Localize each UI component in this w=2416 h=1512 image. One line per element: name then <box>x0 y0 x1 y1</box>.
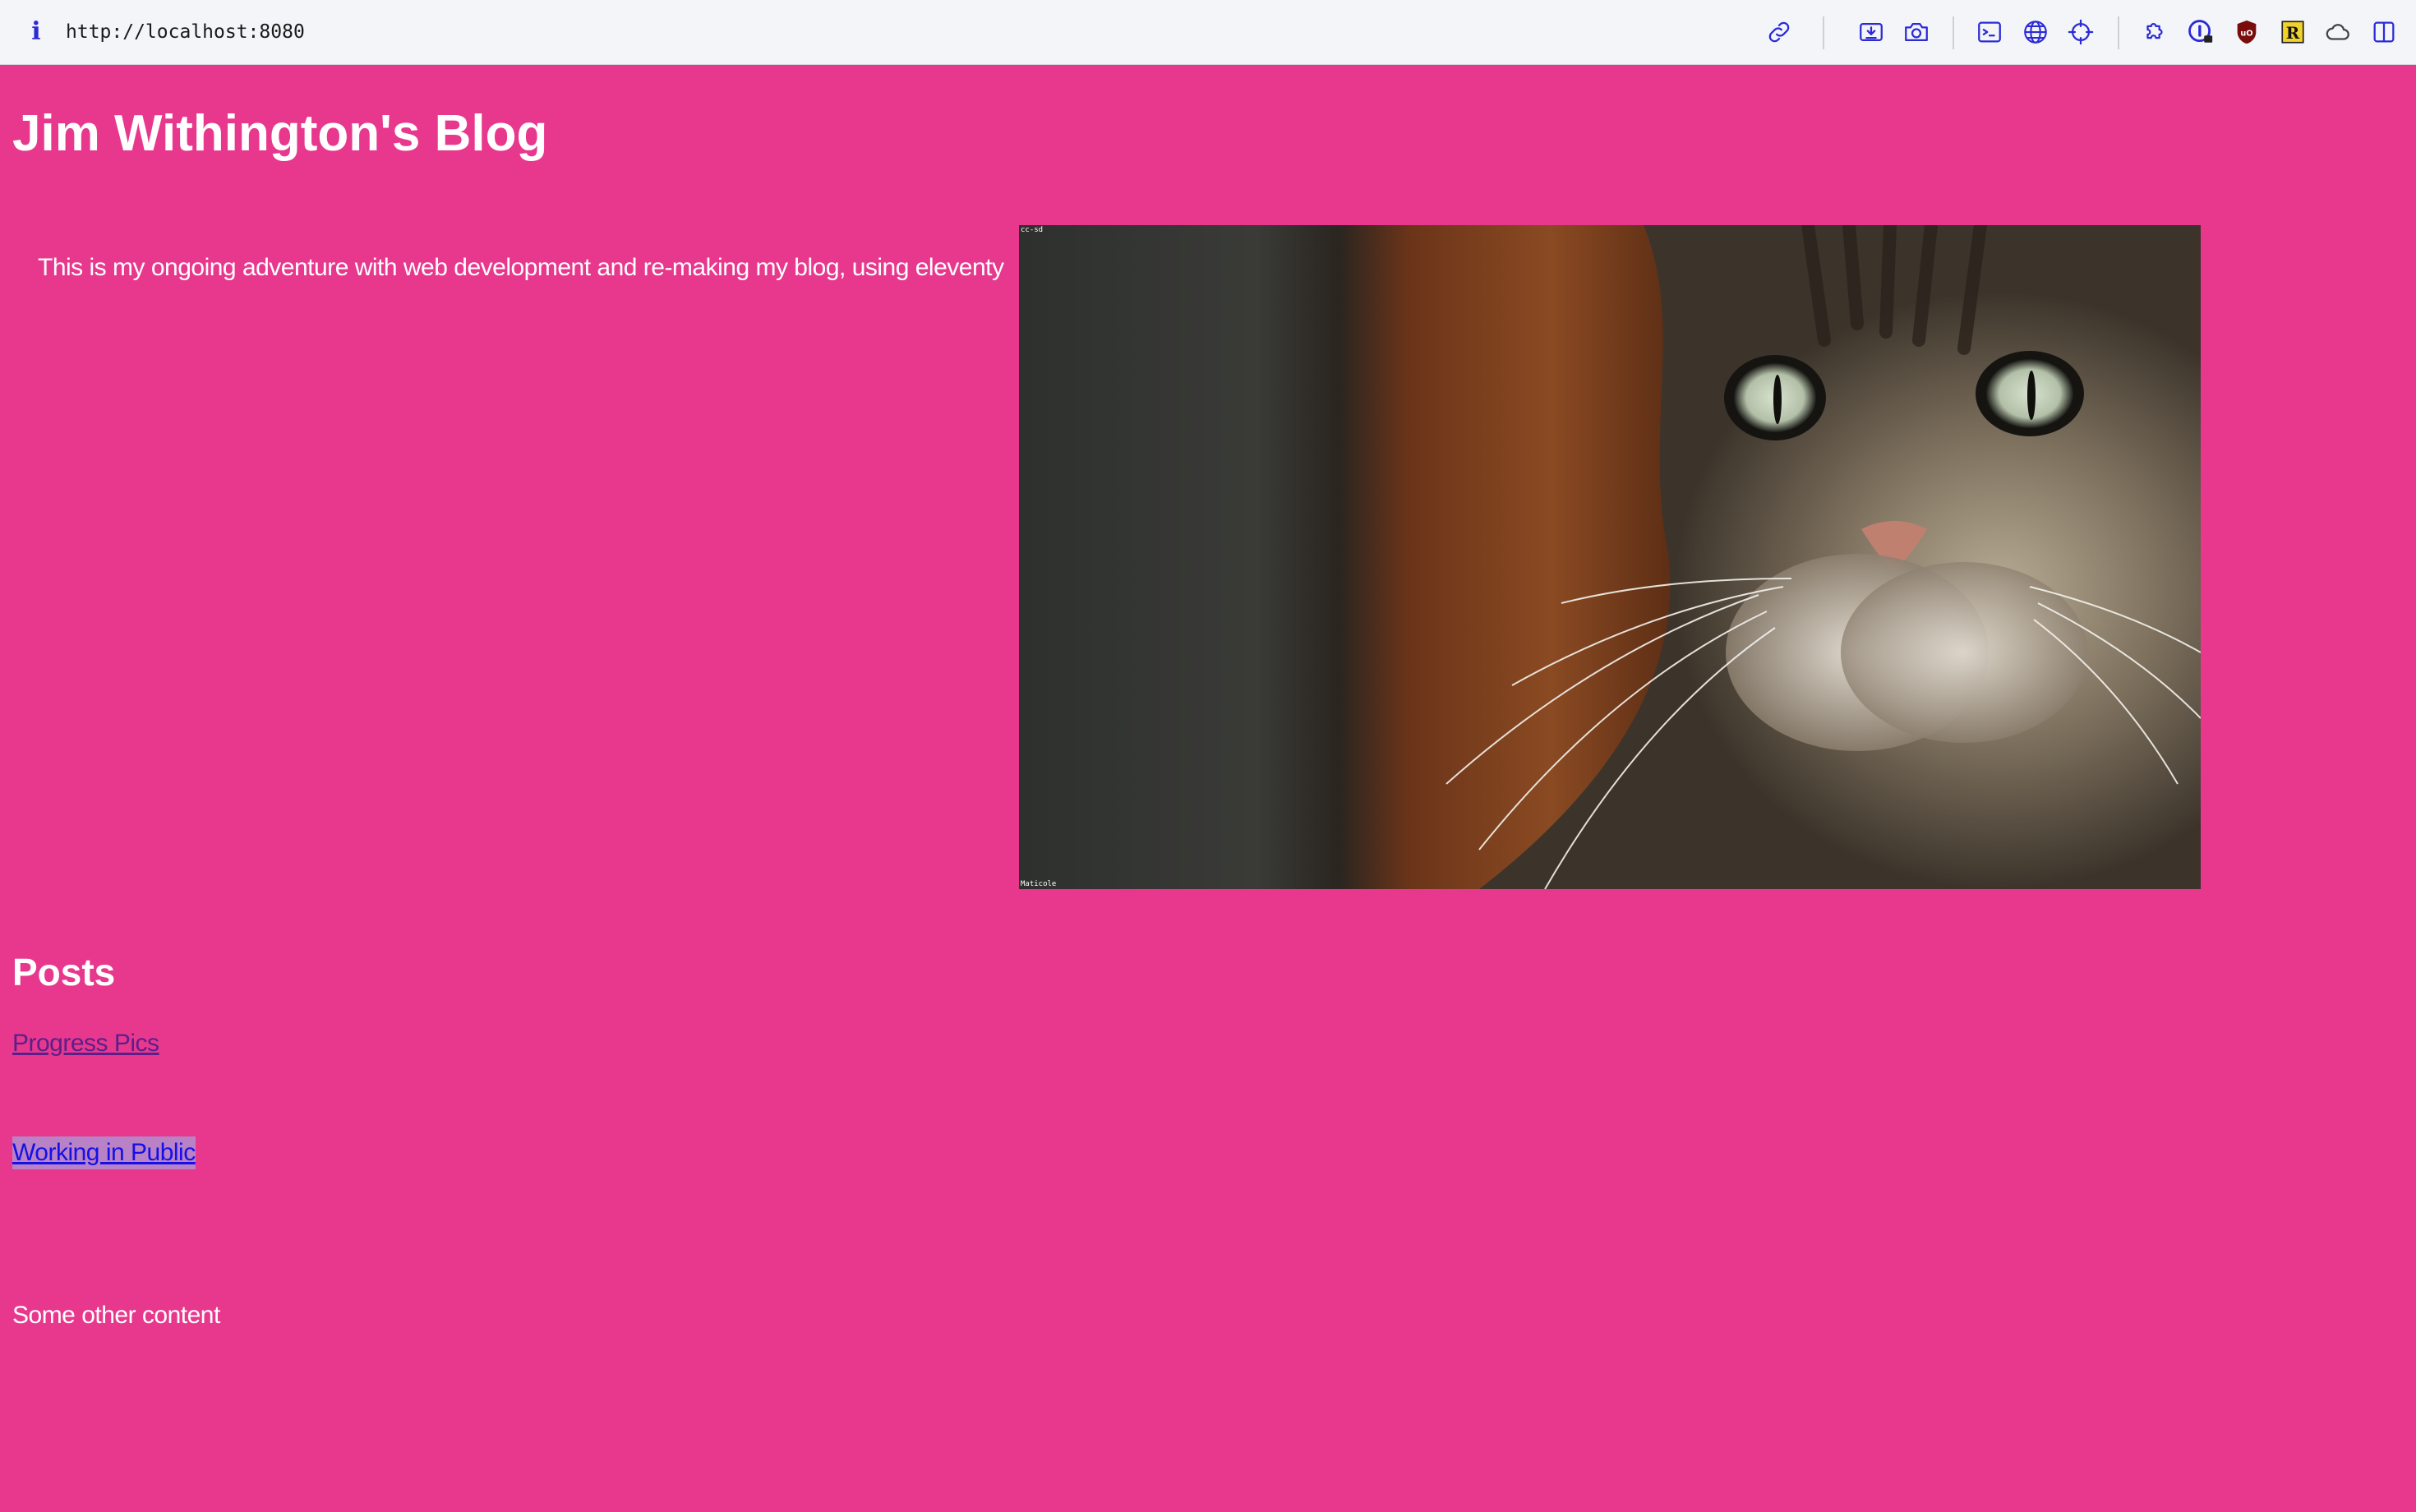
toolbar-divider <box>2118 16 2119 49</box>
other-content-text: Some other content <box>12 1302 220 1329</box>
cat-photo: cc-sd Maticole <box>1019 225 2201 889</box>
cloud-icon[interactable] <box>2322 16 2354 48</box>
globe-icon[interactable] <box>2020 16 2051 48</box>
post-link-progress-pics[interactable]: Progress Pics <box>12 1027 159 1060</box>
extensions-icon[interactable] <box>2139 16 2170 48</box>
browser-toolbar: i http://localhost:8080 uO R <box>0 0 2416 65</box>
sidebar-icon[interactable] <box>2368 16 2400 48</box>
photo-license-caption: cc-sd <box>1021 226 1044 234</box>
camera-icon[interactable] <box>1901 16 1932 48</box>
posts-heading: Posts <box>12 951 116 993</box>
terminal-icon[interactable] <box>1974 16 2005 48</box>
crosshair-icon[interactable] <box>2065 16 2096 48</box>
page-title: Jim Withington's Blog <box>12 105 548 162</box>
intro-text: This is my ongoing adventure with web de… <box>38 254 1004 281</box>
download-icon[interactable] <box>1856 16 1887 48</box>
readwise-icon[interactable]: R <box>2277 16 2308 48</box>
link-icon[interactable] <box>1764 16 1795 48</box>
address-bar[interactable]: http://localhost:8080 <box>66 18 305 46</box>
site-info-icon[interactable]: i <box>28 18 44 46</box>
photo-credit-caption: Maticole <box>1021 880 1057 888</box>
toolbar-divider <box>1953 16 1954 49</box>
cat-image <box>1019 225 2201 889</box>
svg-text:uO: uO <box>2240 29 2252 38</box>
1password-icon[interactable] <box>2185 16 2216 48</box>
svg-text:R: R <box>2286 23 2300 43</box>
toolbar-divider <box>1823 16 1824 49</box>
ublock-icon[interactable]: uO <box>2231 16 2262 48</box>
post-link-working-in-public[interactable]: Working in Public <box>12 1136 196 1169</box>
